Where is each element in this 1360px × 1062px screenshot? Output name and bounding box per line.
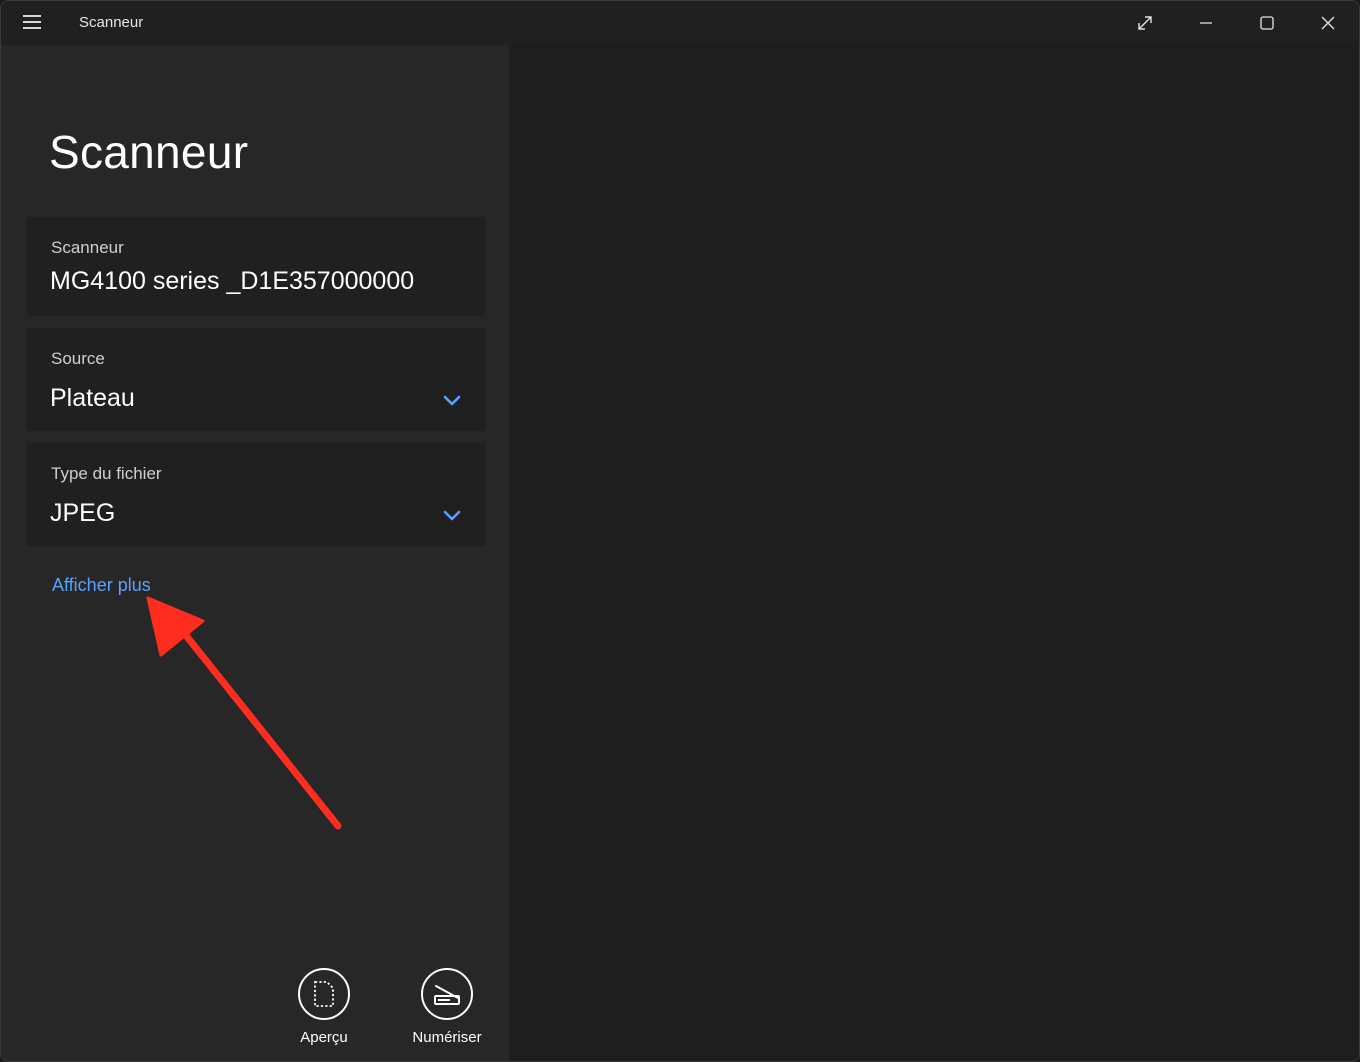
scanner-label: Scanneur [51, 238, 124, 257]
scanner-window: Scanneur Scanneur Scanneur MG4100 series… [0, 0, 1360, 1062]
show-more-link[interactable]: Afficher plus [52, 575, 151, 596]
maximize-icon [1260, 16, 1274, 30]
title-bar: Scanneur [1, 1, 1359, 45]
chevron-down-icon [443, 395, 461, 406]
scan-icon-circle [421, 968, 473, 1020]
hamburger-menu-icon[interactable] [23, 15, 41, 29]
fullscreen-icon [1138, 16, 1152, 30]
window-title: Scanneur [79, 14, 144, 31]
chevron-down-icon [443, 510, 461, 521]
minimize-button[interactable] [1176, 1, 1236, 45]
source-value: Plateau [50, 384, 135, 412]
source-label: Source [51, 349, 105, 368]
scanner-value: MG4100 series _D1E357000000 [50, 267, 415, 295]
scanner-field[interactable]: Scanneur MG4100 series _D1E357000000 [27, 217, 485, 316]
source-dropdown[interactable]: Source Plateau [27, 328, 485, 431]
preview-button[interactable]: Aperçu [274, 968, 374, 1046]
settings-pane: Scanneur Scanneur MG4100 series _D1E3570… [1, 45, 509, 1061]
scanner-icon [434, 985, 460, 1005]
maximize-button[interactable] [1237, 1, 1297, 45]
preview-area [509, 45, 1359, 1061]
page-title: Scanneur [49, 126, 249, 178]
close-button[interactable] [1298, 1, 1358, 45]
preview-icon [314, 981, 334, 1007]
file-type-value: JPEG [50, 499, 116, 527]
file-type-label: Type du fichier [51, 464, 162, 483]
close-icon [1321, 16, 1335, 30]
file-type-dropdown[interactable]: Type du fichier JPEG [27, 443, 485, 546]
minimize-icon [1200, 22, 1212, 24]
fullscreen-button[interactable] [1115, 1, 1175, 45]
preview-icon-circle [298, 968, 350, 1020]
scan-label: Numériser [412, 1029, 482, 1046]
preview-label: Aperçu [300, 1029, 348, 1046]
scan-button[interactable]: Numériser [397, 968, 497, 1046]
